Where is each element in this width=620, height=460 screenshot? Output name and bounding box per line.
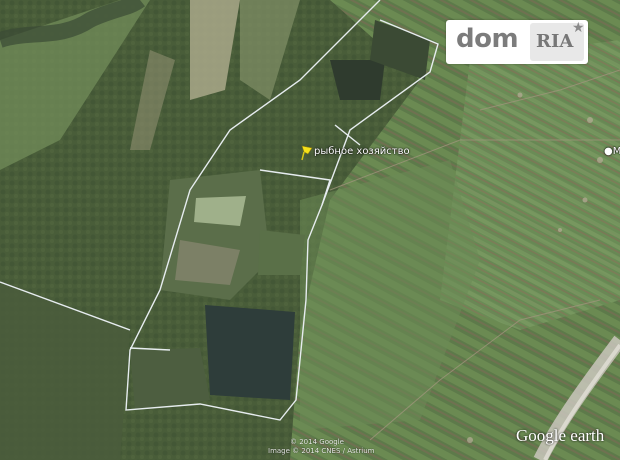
copyright-line-2: Image © 2014 CNES / Astrium [268, 447, 375, 455]
logo-ria-text: RIA [536, 31, 574, 52]
logo-dom-text: dom [456, 24, 519, 54]
satellite-map[interactable]: dom RIA ★ рыбное хозяйство ●Ме © 2014 Go… [0, 0, 620, 460]
place-dot-icon: ● [604, 146, 613, 157]
copyright-line-1: © 2014 Google [290, 438, 344, 446]
place-label-text: Ме [612, 146, 620, 157]
place-label-right[interactable]: ●Ме [604, 146, 620, 157]
star-icon: ★ [572, 20, 585, 36]
placemark-pin-icon[interactable] [300, 144, 314, 162]
google-earth-logo: Google earth [516, 426, 605, 445]
dom-ria-logo[interactable]: dom RIA ★ [446, 20, 588, 64]
placemark-label[interactable]: рыбное хозяйство [314, 146, 410, 157]
satellite-imagery [0, 0, 620, 460]
